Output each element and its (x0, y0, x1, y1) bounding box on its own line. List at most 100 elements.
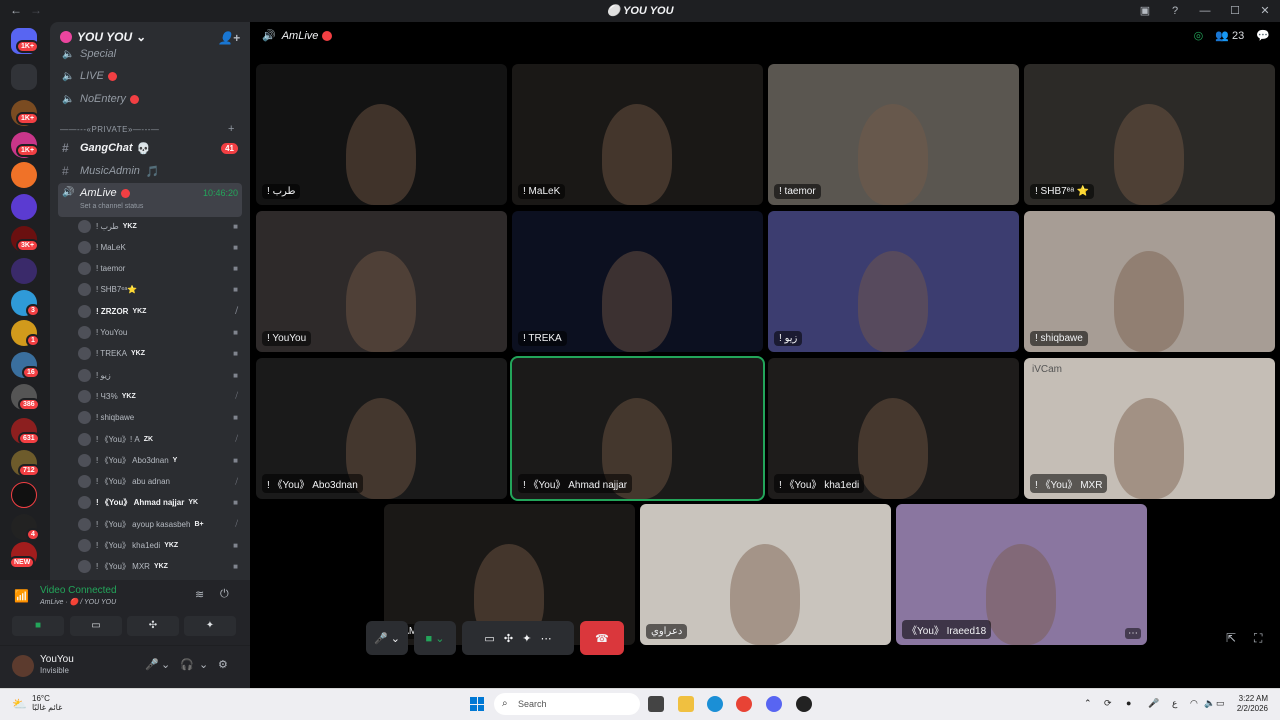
participants-button[interactable]: 👥 23 (1215, 29, 1244, 42)
activity-icon[interactable]: ◎ (1194, 29, 1204, 42)
guild-icon[interactable] (11, 258, 37, 284)
voice-user-name: ! زيو (96, 370, 111, 380)
keyboard-language[interactable]: ع (1172, 698, 1177, 709)
channel-noentery[interactable]: 🔈 NoEntery (58, 89, 242, 109)
voice-user[interactable]: ! SHB7ᵉᵃ⭐ ■ (78, 280, 242, 300)
user-name[interactable]: YouYou (40, 654, 74, 665)
soundboard-button[interactable]: ✦ (184, 616, 236, 636)
voice-user[interactable]: ! ЧЗ% YKZ ⧸ (78, 386, 242, 406)
video-tile[interactable]: iVCam ! 《You》 MXR (1024, 358, 1275, 499)
participants-count: 23 (1232, 30, 1245, 42)
voice-connected-label[interactable]: Video Connected (40, 585, 117, 596)
video-tile[interactable]: ! 《You》 Ahmad najjar (510, 356, 765, 501)
mute-button[interactable]: 🎤 ⌄ (366, 621, 408, 655)
video-tile[interactable]: ! طرب (256, 64, 507, 205)
video-tile[interactable]: ! SHB7ᵉᵃ ⭐ (1024, 64, 1275, 205)
tray-sync-icon[interactable]: ⟳ (1104, 698, 1112, 709)
voice-user[interactable]: ! taemor ■ (78, 259, 242, 279)
microphone-icon[interactable]: 🎤 (145, 658, 159, 671)
voice-user[interactable]: ! زيو ■ (78, 365, 242, 385)
camera-icon: ■ (233, 328, 238, 337)
tray-app-icon[interactable]: ● (1126, 698, 1131, 708)
channel-amlive[interactable]: 🔊 AmLive 10:46:20 Set a channel status (58, 183, 242, 217)
guild-icon[interactable] (11, 162, 37, 188)
channel-gangchat[interactable]: # GangChat 💀 41 (58, 138, 242, 158)
guild-icon[interactable] (11, 194, 37, 220)
avatar[interactable] (12, 655, 34, 677)
video-tile[interactable]: ! 《You》 Abo3dnan (256, 358, 507, 499)
video-tile[interactable]: ! 《You》 kha1edi (768, 358, 1019, 499)
activities-button[interactable]: ✣ (127, 616, 179, 636)
task-view-icon[interactable] (648, 696, 664, 712)
voice-user[interactable]: ! طرب YKZ ■ (78, 216, 242, 236)
voice-user[interactable]: ! YouYou ■ (78, 323, 242, 343)
channel-special[interactable]: 🔈 Special (58, 44, 242, 64)
voice-user[interactable]: ! 《You》 MXR YKZ ■ (78, 557, 242, 577)
screen-share-button[interactable]: ▭ ✣ ✦ ⋯ (462, 621, 574, 655)
minimize-button[interactable]: — (1190, 0, 1220, 22)
chevron-down-icon[interactable]: ⌄ (161, 658, 170, 671)
video-tile[interactable]: ! TREKA (512, 211, 763, 352)
voice-user[interactable]: ! TREKA YKZ ■ (78, 344, 242, 364)
voice-user[interactable]: ! 《You》! A ZK ⧸ (78, 429, 242, 449)
voice-user[interactable]: ! 《You》 kha1edi YKZ ■ (78, 536, 242, 556)
voice-location[interactable]: AmLive · 🔴 / YOU YOU (40, 598, 116, 606)
noise-suppression-icon[interactable]: ≋ (195, 588, 204, 601)
help-icon[interactable]: ? (1160, 0, 1190, 22)
skull-emoji: 💀 (136, 142, 151, 155)
battery-icon[interactable]: ▭ (1216, 698, 1225, 709)
voice-user[interactable]: ! shiqbawe ■ (78, 408, 242, 428)
end-call-button[interactable]: ☎ (580, 621, 624, 655)
video-tile[interactable]: ! YouYou (256, 211, 507, 352)
channel-status[interactable]: Set a channel status (80, 203, 143, 210)
maximize-button[interactable]: ☐ (1220, 0, 1250, 22)
discord-icon[interactable] (766, 696, 782, 712)
popout-icon[interactable]: ⇱ (1226, 631, 1236, 645)
guild-icon[interactable] (11, 482, 37, 508)
chat-icon[interactable]: 💬 (1256, 29, 1270, 42)
file-explorer-icon[interactable] (678, 696, 694, 712)
video-tile[interactable]: ! shiqbawe (1024, 211, 1275, 352)
add-channel-icon[interactable]: + (228, 123, 235, 135)
voice-user[interactable]: ! MaLeK ■ (78, 237, 242, 257)
video-tile[interactable]: ! taemor (768, 64, 1019, 205)
video-tile[interactable]: ! زيو (768, 211, 1019, 352)
voice-user[interactable]: ! 《You》 Ahmad najjar YK ■ (78, 493, 242, 513)
app-icon[interactable] (796, 696, 812, 712)
guild-icon[interactable] (11, 64, 37, 90)
screen-share-button[interactable]: ▭ (70, 616, 122, 636)
close-button[interactable]: ✕ (1250, 0, 1280, 22)
tray-mic-icon[interactable]: 🎤 (1148, 698, 1159, 709)
clock[interactable]: 3:22 AM 2/2/2026 (1237, 694, 1268, 714)
tray-chevron-icon[interactable]: ⌃ (1084, 698, 1092, 709)
voice-user[interactable]: ! ZRZOR YKZ ⧸ (78, 301, 242, 321)
video-tile[interactable]: ! MaLeK (512, 64, 763, 205)
participant-name: ! SHB7ᵉᵃ ⭐ (1030, 184, 1095, 199)
disconnect-icon[interactable]: ⏻ (220, 588, 229, 601)
category-private[interactable]: ——---«PRIVATE»—---— + (60, 123, 234, 135)
voice-user[interactable]: ! 《You》 abu adnan ⧸ (78, 472, 242, 492)
volume-icon[interactable]: 🔈 (1204, 698, 1215, 709)
gear-icon[interactable]: ⚙ (218, 658, 228, 671)
video-tile[interactable]: دعراوي (640, 504, 891, 645)
voice-user[interactable]: ! 《You》 ayoup kasasbeh B+ ⧸ (78, 514, 242, 534)
edge-icon[interactable] (707, 696, 723, 712)
weather-widget[interactable]: 16°C غائم غالبًا (32, 694, 62, 712)
camera-button[interactable]: ■ (12, 616, 64, 636)
wifi-icon[interactable]: ◠ (1190, 698, 1198, 709)
voice-user[interactable]: ! 《You》 Abo3dnan Y ■ (78, 450, 242, 470)
add-friend-icon[interactable]: 👤+ (218, 31, 240, 45)
chevron-down-icon[interactable]: ⌄ (199, 658, 208, 671)
fullscreen-icon[interactable]: ⛶ (1254, 631, 1262, 646)
camera-toggle-button[interactable]: ■ ⌄ (414, 621, 456, 655)
search-box[interactable]: ⌕ Search (494, 693, 640, 715)
chrome-icon[interactable] (736, 696, 752, 712)
headphones-icon[interactable]: 🎧 (180, 658, 194, 671)
channel-musicadmin[interactable]: # MusicAdmin 🎵 (58, 161, 242, 181)
avatar (78, 389, 91, 403)
more-options-icon[interactable]: ⋯ (1125, 628, 1141, 639)
inbox-icon[interactable]: ▣ (1130, 0, 1160, 22)
channel-live[interactable]: 🔈 LIVE (58, 66, 242, 86)
start-button[interactable] (470, 697, 484, 711)
video-tile[interactable]: 《You》 Iraeed18 ⋯ (896, 504, 1147, 645)
